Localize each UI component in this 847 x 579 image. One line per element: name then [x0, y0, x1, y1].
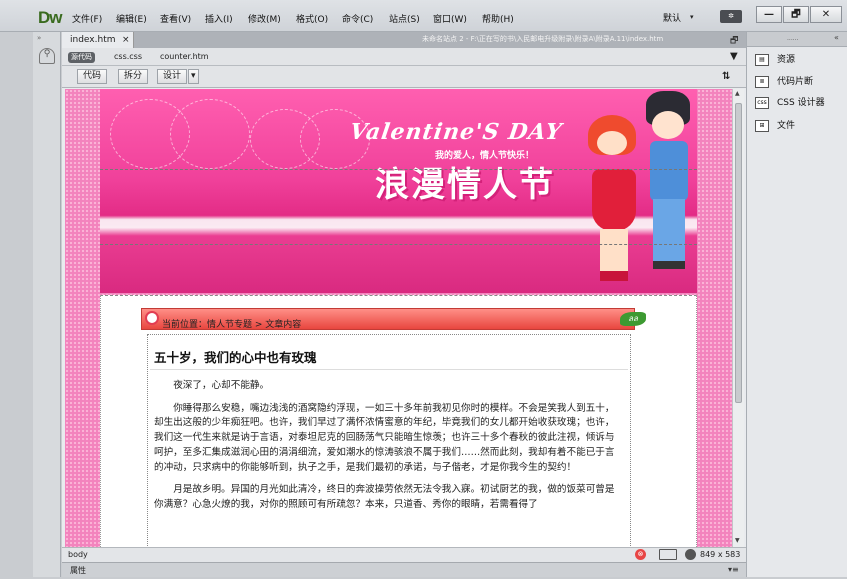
- location-icon: [145, 311, 159, 325]
- close-icon[interactable]: ×: [122, 32, 130, 48]
- girl-illustration: [600, 229, 628, 281]
- properties-label[interactable]: 属性: [70, 565, 86, 576]
- tab-index[interactable]: index.htm ×: [62, 32, 134, 48]
- drag-handle-icon[interactable]: ······: [787, 37, 798, 44]
- menu-commands[interactable]: 命令(C): [342, 12, 373, 25]
- scrollbar-thumb[interactable]: [735, 103, 742, 403]
- menu-insert[interactable]: 插入(I): [205, 12, 233, 25]
- code-view-button[interactable]: 代码: [77, 69, 108, 84]
- panel-item-label: 文件: [777, 121, 796, 131]
- view-dropdown-icon[interactable]: ▾: [188, 69, 199, 84]
- vertical-scrollbar[interactable]: ▲ ▼: [732, 89, 744, 547]
- scroll-down-icon[interactable]: ▼: [735, 537, 740, 544]
- refresh-icon[interactable]: ⇅: [722, 71, 730, 82]
- drag-handle-icon[interactable]: »: [37, 34, 41, 42]
- article-paragraph: 你睡得那么安稳，嘴边浅浅的酒窝隐约浮现，一如三十多年前我初见你时的模样。不会是笑…: [154, 402, 615, 473]
- menu-modify[interactable]: 修改(M): [248, 12, 281, 25]
- files-icon: ⊞: [755, 119, 769, 132]
- right-panel: ······ « ▤ 资源 ≣ 代码片断 css CSS 设计器 ⊞ 文件: [746, 32, 847, 577]
- article-box: 五十岁，我们的心中也有玫瑰 夜深了，心却不能静。 你睡得那么安稳，嘴边浅浅的酒窝…: [147, 334, 631, 547]
- view-toolbar: 代码 拆分 设计 ▾ ⇅: [62, 66, 746, 88]
- content-area: 当前位置：情人节专题 > 文章内容 ลล 五十岁，我们的心中也有玫瑰 夜深了，心…: [100, 295, 697, 547]
- tab-label: index.htm: [70, 35, 116, 45]
- panel-item-snippets[interactable]: ≣ 代码片断: [755, 74, 845, 90]
- insert-icon[interactable]: ⚲: [39, 48, 55, 64]
- properties-panel-bar: 属性 ▾≡: [62, 562, 746, 577]
- related-files-bar: 源代码 css.css counter.htm ▼: [62, 48, 746, 66]
- article-title: 五十岁，我们的心中也有玫瑰: [154, 350, 317, 365]
- document-tab-bar: index.htm × 未命名站点 2 - F:\正在写的书\入民邮电升级附录\…: [62, 32, 746, 48]
- location-bar: 当前位置：情人节专题 > 文章内容 ลล: [141, 308, 646, 330]
- girl-illustration: [597, 131, 627, 155]
- banner-big-title: 浪漫情人节: [375, 165, 555, 205]
- monitor-icon[interactable]: [659, 549, 677, 560]
- heart-decoration: [170, 99, 250, 169]
- divider: [150, 369, 628, 370]
- menu-window[interactable]: 窗口(W): [433, 12, 467, 25]
- design-canvas[interactable]: Valentine'S DAY 我的爱人，情人节快乐！ 浪漫情人节 当前位置：情…: [65, 89, 732, 547]
- panel-menu-icon[interactable]: ▾≡: [728, 565, 739, 574]
- menu-format[interactable]: 格式(O): [296, 12, 328, 25]
- close-button[interactable]: ✕: [810, 6, 842, 23]
- menu-site[interactable]: 站点(S): [389, 12, 420, 25]
- dreamweaver-window: Dw 文件(F) 编辑(E) 查看(V) 插入(I) 修改(M) 格式(O) 命…: [0, 0, 847, 579]
- leaf-decoration-icon: ลล: [620, 312, 646, 326]
- banner-title: Valentine'S DAY: [348, 119, 565, 145]
- scroll-up-icon[interactable]: ▲: [735, 90, 740, 97]
- related-file-counter[interactable]: counter.htm: [160, 52, 209, 61]
- sync-settings-icon[interactable]: ✲: [720, 10, 742, 23]
- panel-item-label: 资源: [777, 55, 796, 65]
- panel-item-files[interactable]: ⊞ 文件: [755, 118, 845, 134]
- file-path: 未命名站点 2 - F:\正在写的书\入民邮电升级附录\附录A\附录A.11\i…: [422, 35, 664, 43]
- collapse-icon[interactable]: «: [834, 33, 839, 42]
- boy-illustration: [653, 199, 685, 269]
- table-guide-line: [100, 244, 697, 245]
- filter-icon[interactable]: ▼: [730, 51, 738, 62]
- error-icon[interactable]: ⊗: [635, 549, 646, 560]
- document-window: index.htm × 未命名站点 2 - F:\正在写的书\入民邮电升级附录\…: [62, 32, 746, 577]
- girl-illustration: [592, 169, 636, 231]
- panel-item-css-designer[interactable]: css CSS 设计器: [755, 95, 845, 111]
- design-view-button[interactable]: 设计: [157, 69, 188, 84]
- globe-icon[interactable]: [685, 549, 696, 560]
- panel-item-label: 代码片断: [777, 77, 814, 87]
- valentine-banner: Valentine'S DAY 我的爱人，情人节快乐！ 浪漫情人节: [100, 89, 697, 293]
- assets-icon: ▤: [755, 53, 769, 66]
- chevron-down-icon: ▾: [690, 13, 694, 21]
- snippets-icon: ≣: [755, 75, 769, 88]
- menu-bar: Dw 文件(F) 编辑(E) 查看(V) 插入(I) 修改(M) 格式(O) 命…: [0, 0, 847, 32]
- restore-button[interactable]: 🗗: [783, 6, 809, 23]
- menu-edit[interactable]: 编辑(E): [116, 12, 147, 25]
- boy-illustration: [650, 141, 688, 201]
- source-code-button[interactable]: 源代码: [68, 52, 95, 63]
- article-body: 夜深了，心却不能静。 你睡得那么安稳，嘴边浅浅的酒窝隐约浮现，一如三十多年前我初…: [154, 379, 624, 521]
- minimize-button[interactable]: —: [756, 6, 782, 23]
- article-paragraph: 夜深了，心却不能静。: [173, 380, 270, 391]
- left-toolbar: » ⚲: [33, 32, 61, 577]
- menu-help[interactable]: 帮助(H): [482, 12, 514, 25]
- dw-logo: Dw: [38, 8, 62, 27]
- panel-item-label: CSS 设计器: [777, 98, 825, 108]
- boy-illustration: [652, 111, 684, 139]
- menu-view[interactable]: 查看(V): [160, 12, 191, 25]
- breadcrumb: 当前位置：情人节专题 > 文章内容: [162, 320, 302, 330]
- panel-item-assets[interactable]: ▤ 资源: [755, 52, 845, 68]
- menu-file[interactable]: 文件(F): [72, 12, 102, 25]
- workspace-switcher[interactable]: 默认: [663, 11, 681, 24]
- tag-selector-body[interactable]: body: [68, 550, 88, 559]
- css-designer-icon: css: [755, 96, 769, 109]
- split-view-button[interactable]: 拆分: [118, 69, 149, 84]
- table-guide-line: [100, 169, 697, 170]
- panel-header: ······ «: [747, 32, 847, 47]
- status-bar: body ⊗ 849 x 583 ⌄: [62, 547, 746, 568]
- related-file-css[interactable]: css.css: [114, 52, 142, 61]
- article-paragraph: 月是故乡明。异国的月光如此清冷，终日的奔波操劳依然无法令我入寐。初试厨艺的我，做…: [154, 484, 615, 510]
- restore-icon[interactable]: 🗗: [730, 33, 738, 49]
